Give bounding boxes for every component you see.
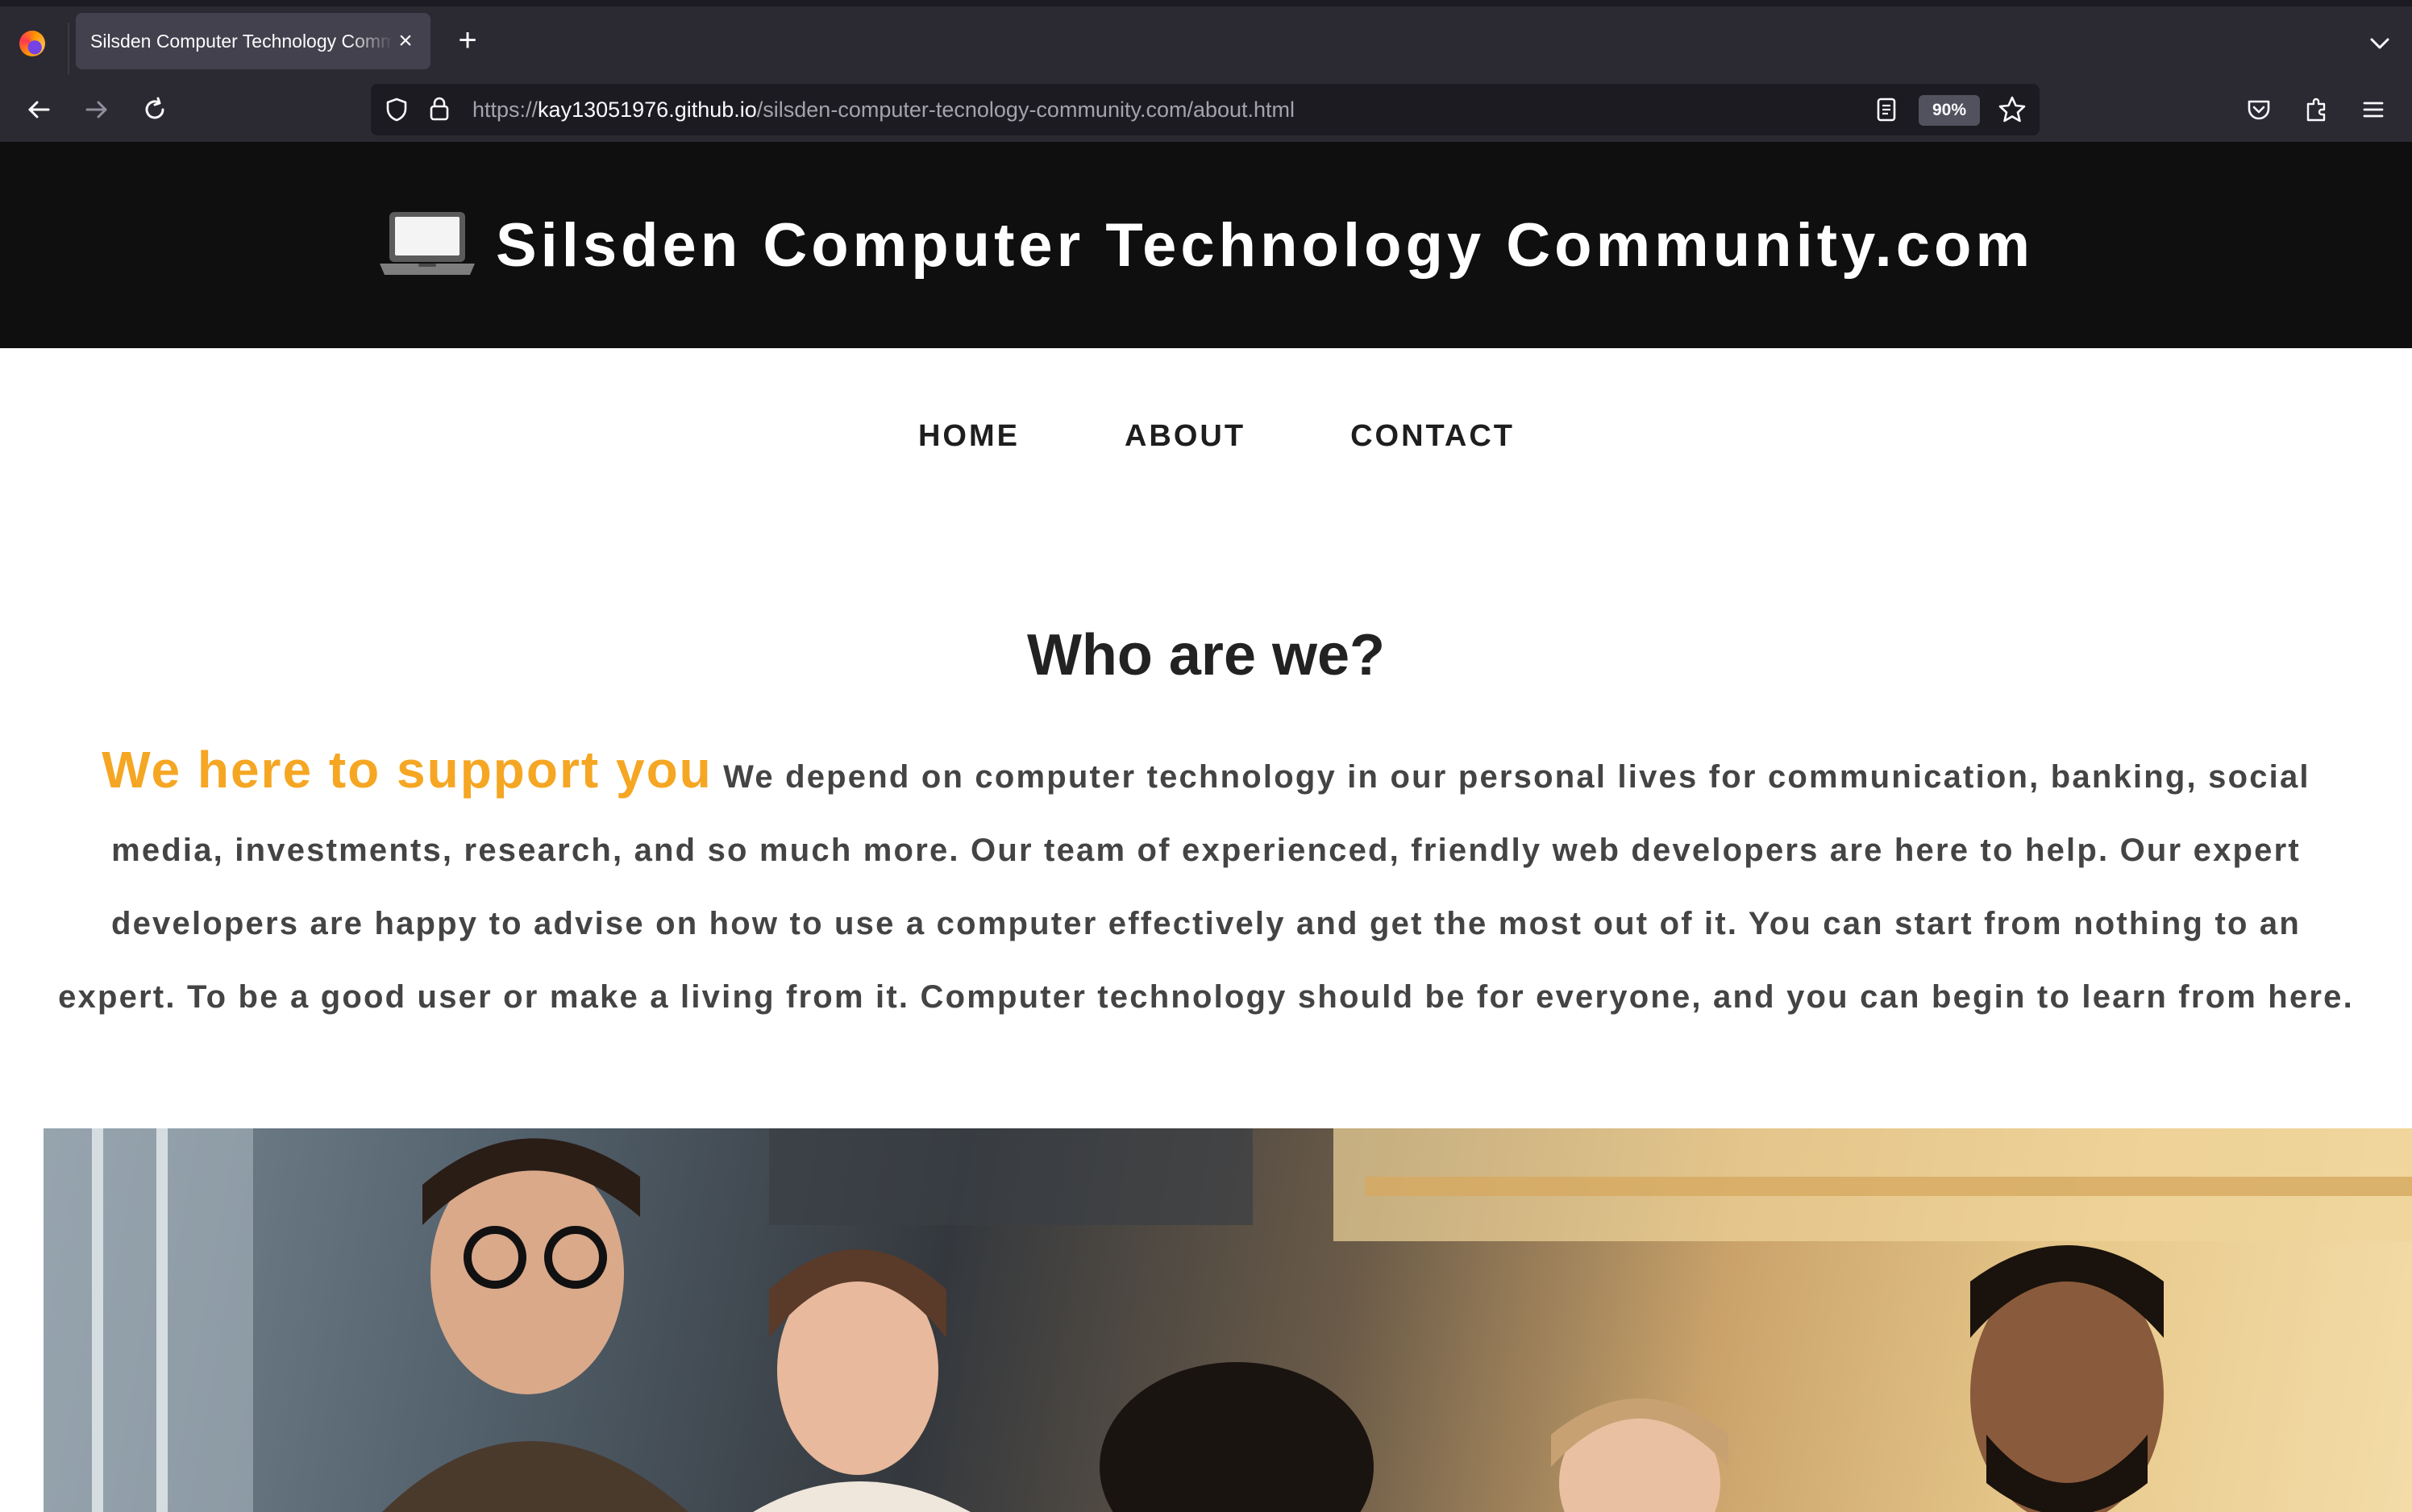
- site-title: Silsden Computer Technology Community.co…: [495, 210, 2035, 280]
- arrow-left-icon[interactable]: [21, 92, 56, 127]
- close-icon[interactable]: ×: [393, 29, 418, 53]
- navigation-toolbar: https://kay13051976.github.io/silsden-co…: [0, 77, 2412, 142]
- tab-title: Silsden Computer Technology Community.co…: [90, 30, 393, 52]
- team-photo: [44, 1128, 2412, 1512]
- shield-icon[interactable]: [384, 97, 410, 123]
- url-scheme: https://: [472, 98, 539, 122]
- puzzle-icon[interactable]: [2299, 92, 2335, 127]
- tab-bar: Silsden Computer Technology Community.co…: [0, 6, 2412, 77]
- nav-link-about[interactable]: ABOUT: [1125, 419, 1246, 467]
- highlight-text: We here to support you: [102, 741, 713, 799]
- tab-separator: [68, 23, 69, 74]
- reader-view-icon[interactable]: [1875, 97, 1898, 123]
- url-text[interactable]: https://kay13051976.github.io/silsden-co…: [472, 98, 1295, 123]
- plus-icon[interactable]: +: [451, 24, 484, 56]
- laptop-icon: [378, 209, 476, 278]
- lock-icon[interactable]: [427, 95, 451, 123]
- site-header: Silsden Computer Technology Community.co…: [0, 142, 2412, 348]
- browser-tab[interactable]: Silsden Computer Technology Community.co…: [76, 13, 430, 69]
- hamburger-menu-icon[interactable]: [2356, 92, 2391, 127]
- zoom-level-badge[interactable]: 90%: [1919, 95, 1980, 126]
- url-path: /silsden-computer-tecnology-community.co…: [756, 98, 1295, 122]
- firefox-logo-icon: [19, 31, 45, 56]
- page-heading: Who are we?: [1026, 623, 1386, 687]
- window-top-strip: [0, 0, 2412, 6]
- arrow-right-icon[interactable]: [79, 92, 114, 127]
- about-paragraph: We here to support you We depend on comp…: [48, 733, 2364, 1034]
- nav-link-contact[interactable]: CONTACT: [1350, 419, 1515, 467]
- chevron-down-icon[interactable]: [2365, 29, 2394, 58]
- address-bar[interactable]: https://kay13051976.github.io/silsden-co…: [371, 84, 2040, 135]
- main-nav: HOME ABOUT CONTACT: [0, 419, 2412, 467]
- star-icon[interactable]: [1998, 95, 2027, 124]
- url-host: kay13051976.github.io: [538, 98, 757, 122]
- nav-link-home[interactable]: HOME: [918, 419, 1020, 467]
- team-photo-illustration: [44, 1128, 2412, 1512]
- reload-icon[interactable]: [137, 92, 173, 127]
- pocket-icon[interactable]: [2241, 92, 2277, 127]
